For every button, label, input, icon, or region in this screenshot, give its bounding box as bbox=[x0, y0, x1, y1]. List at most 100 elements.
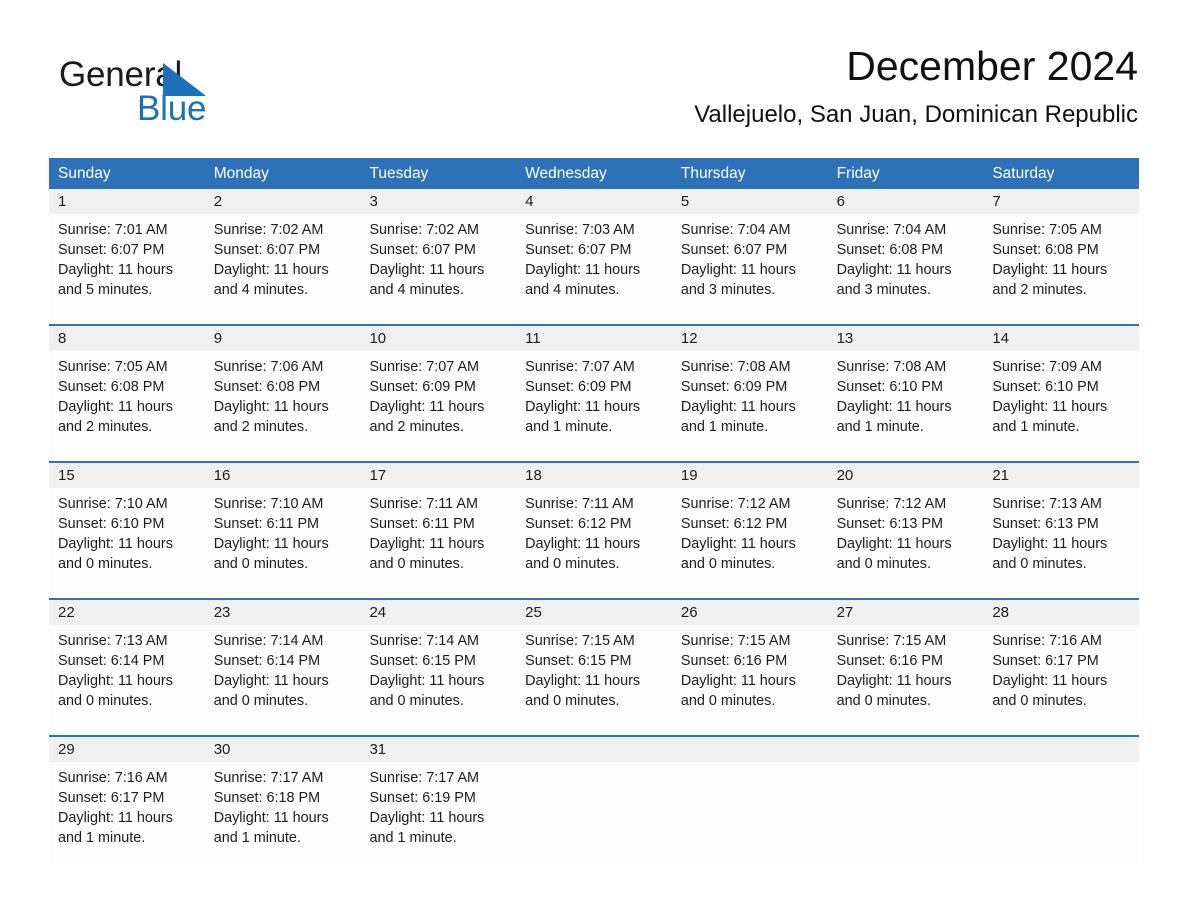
day-sunset-text: Sunset: 6:07 PM bbox=[369, 242, 476, 259]
day-daylight1-text: Daylight: 11 hours bbox=[992, 399, 1108, 416]
day-daylight2-text: and 0 minutes. bbox=[680, 556, 776, 573]
day-daylight2-text: and 0 minutes. bbox=[836, 693, 931, 710]
day-sunset-text: Sunset: 6:07 PM bbox=[58, 242, 165, 259]
day-cell[interactable]: Sunrise: 7:15 AM Sunset: 6:15 PM Daylight:… bbox=[516, 625, 672, 735]
day-number[interactable]: 21 bbox=[983, 463, 1139, 488]
day-number[interactable]: 13 bbox=[828, 326, 984, 351]
day-cell[interactable]: Sunrise: 7:12 AM Sunset: 6:12 PM Daylight:… bbox=[672, 488, 828, 598]
day-number[interactable]: 11 bbox=[516, 326, 672, 351]
day-cell[interactable]: Sunrise: 7:07 AM Sunset: 6:09 PM Daylight:… bbox=[360, 351, 516, 461]
week-detail-band: Sunrise: 7:05 AM Sunset: 6:08 PM Daylight:… bbox=[49, 351, 1139, 461]
day-cell[interactable]: Sunrise: 7:05 AM Sunset: 6:08 PM Daylight:… bbox=[983, 214, 1139, 324]
day-number[interactable]: 6 bbox=[828, 189, 984, 214]
day-cell[interactable]: Sunrise: 7:15 AM Sunset: 6:16 PM Daylight:… bbox=[828, 625, 984, 735]
day-cell[interactable]: Sunrise: 7:10 AM Sunset: 6:10 PM Daylight:… bbox=[49, 488, 205, 598]
calendar-page: General Blue December 2024 Vallejuelo, S… bbox=[0, 0, 1188, 918]
day-sunset-text: Sunset: 6:09 PM bbox=[525, 379, 632, 396]
calendar-week-row: 29 30 31 Sunrise: 7:16 AM Sunset: 6:17 PM Day… bbox=[49, 735, 1139, 866]
day-daylight2-text: and 0 minutes. bbox=[58, 693, 153, 710]
day-number[interactable]: 18 bbox=[516, 463, 672, 488]
day-cell[interactable]: Sunrise: 7:13 AM Sunset: 6:13 PM Daylight:… bbox=[983, 488, 1139, 598]
day-sunrise-text: Sunrise: 7:05 AM bbox=[58, 359, 168, 375]
day-number[interactable]: 25 bbox=[516, 600, 672, 625]
day-number[interactable]: 24 bbox=[360, 600, 516, 625]
day-sunset-text: Sunset: 6:08 PM bbox=[836, 242, 943, 259]
day-cell[interactable]: Sunrise: 7:08 AM Sunset: 6:09 PM Daylight:… bbox=[672, 351, 828, 461]
day-cell[interactable]: Sunrise: 7:02 AM Sunset: 6:07 PM Daylight:… bbox=[205, 214, 361, 324]
general-blue-logo[interactable]: General Blue bbox=[59, 56, 319, 138]
day-daylight2-text: and 0 minutes. bbox=[525, 556, 620, 573]
calendar-week-row: 22 23 24 25 26 27 28 Sunrise: 7:13 AM Sunset: 6:… bbox=[49, 598, 1139, 735]
day-sunrise-text: Sunrise: 7:11 AM bbox=[369, 496, 478, 512]
day-cell[interactable]: Sunrise: 7:17 AM Sunset: 6:19 PM Daylight:… bbox=[360, 762, 516, 866]
day-cell[interactable]: Sunrise: 7:08 AM Sunset: 6:10 PM Daylight:… bbox=[828, 351, 984, 461]
day-daylight1-text: Daylight: 11 hours bbox=[58, 399, 173, 416]
day-cell[interactable]: Sunrise: 7:11 AM Sunset: 6:12 PM Daylight:… bbox=[516, 488, 672, 598]
day-sunset-text: Sunset: 6:10 PM bbox=[836, 379, 943, 396]
day-number[interactable]: 8 bbox=[49, 326, 205, 351]
day-cell[interactable]: Sunrise: 7:01 AM Sunset: 6:07 PM Daylight:… bbox=[49, 214, 205, 324]
day-number[interactable]: 20 bbox=[828, 463, 984, 488]
day-cell-empty bbox=[828, 762, 984, 866]
day-number[interactable]: 28 bbox=[983, 600, 1139, 625]
day-number[interactable]: 5 bbox=[672, 189, 828, 214]
day-sunrise-text: Sunrise: 7:16 AM bbox=[58, 770, 168, 786]
day-number[interactable]: 10 bbox=[360, 326, 516, 351]
day-cell[interactable]: Sunrise: 7:16 AM Sunset: 6:17 PM Daylight:… bbox=[983, 625, 1139, 735]
day-cell[interactable]: Sunrise: 7:11 AM Sunset: 6:11 PM Daylight:… bbox=[360, 488, 516, 598]
day-number[interactable]: 29 bbox=[49, 737, 205, 762]
day-cell[interactable]: Sunrise: 7:07 AM Sunset: 6:09 PM Daylight:… bbox=[516, 351, 672, 461]
day-number[interactable]: 12 bbox=[672, 326, 828, 351]
day-cell[interactable]: Sunrise: 7:17 AM Sunset: 6:18 PM Daylight:… bbox=[205, 762, 361, 866]
day-number[interactable]: 14 bbox=[983, 326, 1139, 351]
day-number[interactable]: 19 bbox=[672, 463, 828, 488]
day-cell[interactable]: Sunrise: 7:03 AM Sunset: 6:07 PM Daylight:… bbox=[516, 214, 672, 324]
day-number[interactable]: 26 bbox=[672, 600, 828, 625]
day-number[interactable]: 17 bbox=[360, 463, 516, 488]
day-cell[interactable]: Sunrise: 7:15 AM Sunset: 6:16 PM Daylight:… bbox=[672, 625, 828, 735]
day-cell[interactable]: Sunrise: 7:12 AM Sunset: 6:13 PM Daylight:… bbox=[828, 488, 984, 598]
day-number[interactable]: 1 bbox=[49, 189, 205, 214]
day-sunset-text: Sunset: 6:09 PM bbox=[680, 379, 788, 396]
day-number[interactable]: 15 bbox=[49, 463, 205, 488]
day-number[interactable]: 23 bbox=[205, 600, 361, 625]
day-number[interactable]: 31 bbox=[360, 737, 516, 762]
day-cell[interactable]: Sunrise: 7:16 AM Sunset: 6:17 PM Daylight:… bbox=[49, 762, 205, 866]
day-sunset-text: Sunset: 6:08 PM bbox=[58, 379, 165, 396]
day-daylight1-text: Daylight: 11 hours bbox=[369, 262, 485, 279]
day-cell[interactable]: Sunrise: 7:09 AM Sunset: 6:10 PM Daylight:… bbox=[983, 351, 1139, 461]
day-number[interactable]: 16 bbox=[205, 463, 361, 488]
day-cell[interactable]: Sunrise: 7:02 AM Sunset: 6:07 PM Daylight:… bbox=[360, 214, 516, 324]
calendar-week-row: 1 2 3 4 5 6 7 Sunrise: 7:01 AM Sunset: 6:07 PM Da… bbox=[49, 189, 1139, 324]
day-sunrise-text: Sunrise: 7:15 AM bbox=[525, 633, 635, 649]
day-number[interactable]: 7 bbox=[983, 189, 1139, 214]
day-cell[interactable]: Sunrise: 7:05 AM Sunset: 6:08 PM Daylight:… bbox=[49, 351, 205, 461]
day-sunrise-text: Sunrise: 7:03 AM bbox=[525, 222, 635, 238]
day-number[interactable]: 4 bbox=[516, 189, 672, 214]
day-number[interactable]: 3 bbox=[360, 189, 516, 214]
day-number[interactable]: 27 bbox=[828, 600, 984, 625]
day-daylight1-text: Daylight: 11 hours bbox=[525, 536, 641, 553]
day-daylight2-text: and 0 minutes. bbox=[213, 693, 309, 710]
day-sunset-text: Sunset: 6:07 PM bbox=[525, 242, 632, 259]
day-daylight2-text: and 0 minutes. bbox=[58, 556, 153, 573]
day-cell[interactable]: Sunrise: 7:04 AM Sunset: 6:08 PM Daylight:… bbox=[828, 214, 984, 324]
day-number[interactable]: 2 bbox=[205, 189, 361, 214]
day-number[interactable]: 30 bbox=[205, 737, 361, 762]
weekday-header-row: Sunday Monday Tuesday Wednesday Thursday Frid… bbox=[49, 158, 1139, 189]
day-number[interactable]: 9 bbox=[205, 326, 361, 351]
day-cell[interactable]: Sunrise: 7:13 AM Sunset: 6:14 PM Daylight:… bbox=[49, 625, 205, 735]
day-cell[interactable]: Sunrise: 7:10 AM Sunset: 6:11 PM Daylight:… bbox=[205, 488, 361, 598]
day-cell[interactable]: Sunrise: 7:04 AM Sunset: 6:07 PM Daylight:… bbox=[672, 214, 828, 324]
day-daylight2-text: and 1 minute. bbox=[680, 419, 769, 436]
day-daylight1-text: Daylight: 11 hours bbox=[213, 673, 329, 690]
day-daylight2-text: and 2 minutes. bbox=[992, 282, 1087, 299]
day-sunrise-text: Sunrise: 7:15 AM bbox=[680, 633, 791, 649]
day-sunset-text: Sunset: 6:14 PM bbox=[213, 653, 321, 670]
day-number[interactable]: 22 bbox=[49, 600, 205, 625]
day-cell[interactable]: Sunrise: 7:14 AM Sunset: 6:15 PM Daylight:… bbox=[360, 625, 516, 735]
day-daylight2-text: and 0 minutes. bbox=[992, 693, 1087, 710]
day-cell[interactable]: Sunrise: 7:06 AM Sunset: 6:08 PM Daylight:… bbox=[205, 351, 361, 461]
day-sunset-text: Sunset: 6:14 PM bbox=[58, 653, 165, 670]
day-cell[interactable]: Sunrise: 7:14 AM Sunset: 6:14 PM Daylight:… bbox=[205, 625, 361, 735]
